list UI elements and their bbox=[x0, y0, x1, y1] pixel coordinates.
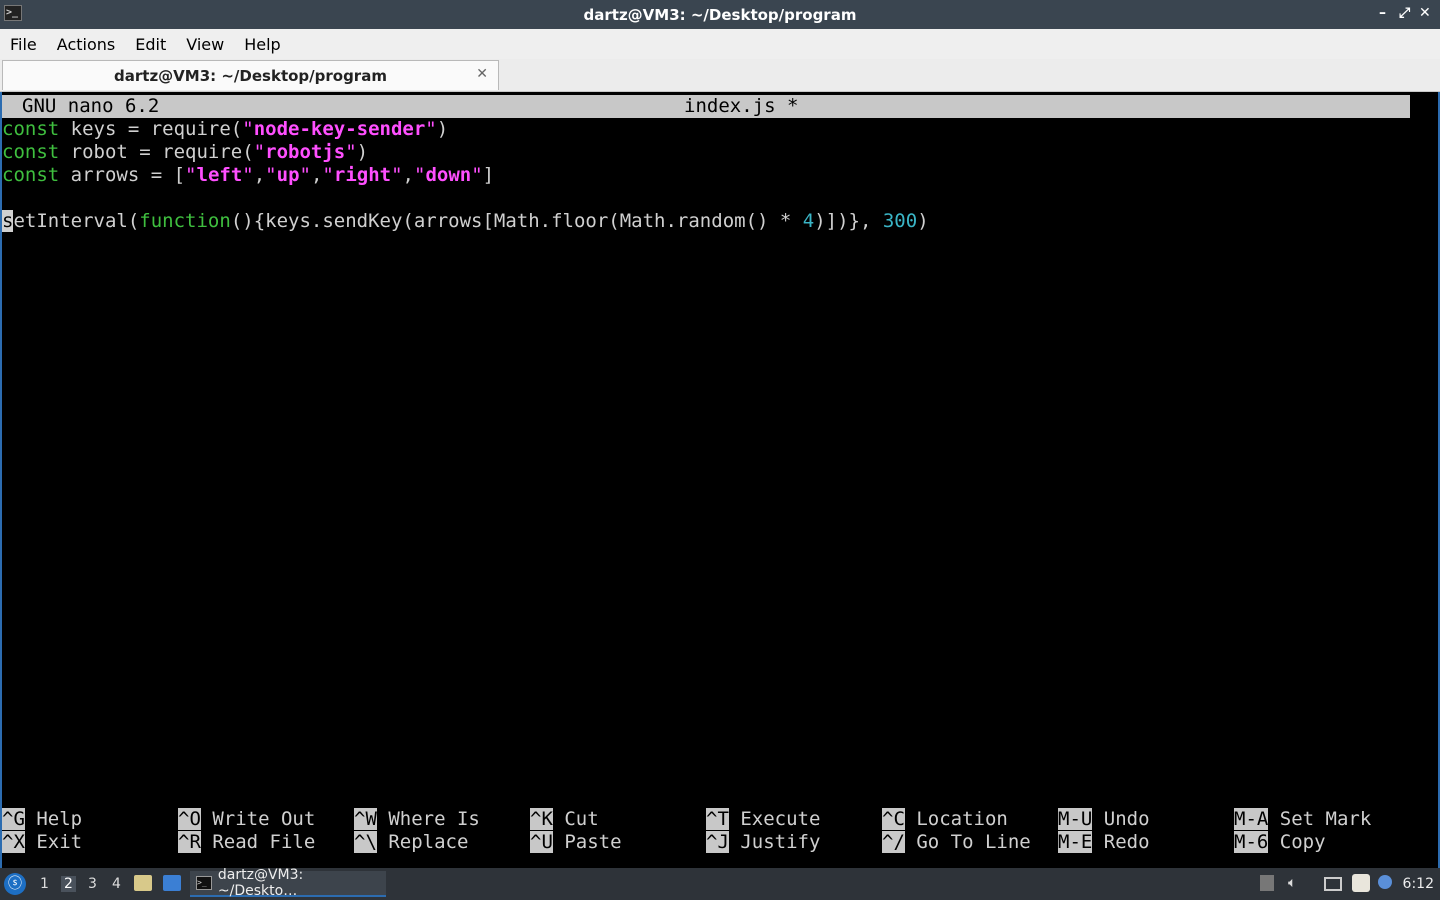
window-titlebar: >_ dartz@VM3: ~/Desktop/program – ⤢ ✕ bbox=[0, 0, 1440, 29]
nano-filename: index.js * bbox=[684, 95, 799, 117]
minimize-icon[interactable]: – bbox=[1379, 5, 1386, 21]
terminal-icon[interactable]: >_ bbox=[4, 5, 22, 21]
display-icon[interactable] bbox=[1324, 877, 1342, 891]
shortcut-location: ^C Location bbox=[882, 808, 1008, 830]
file-manager-icon[interactable] bbox=[134, 875, 152, 891]
shortcut-exit: ^X Exit bbox=[2, 831, 83, 853]
code-line-2: const robot = require("robotjs") bbox=[2, 141, 369, 163]
workspace-2[interactable]: 2 bbox=[61, 876, 76, 892]
notification-icon[interactable] bbox=[1378, 875, 1392, 889]
workspace-3[interactable]: 3 bbox=[88, 876, 97, 892]
taskbar: ⓢ 1 2 3 4 >_ dartz@VM3: ~/Deskto… 🔈︎ 6:1… bbox=[0, 867, 1440, 900]
code-line-1: const keys = require("node-key-sender") bbox=[2, 118, 449, 140]
menu-bar: File Actions Edit View Help bbox=[0, 29, 1440, 59]
shortcut-go-to-line: ^/ Go To Line bbox=[882, 831, 1031, 853]
show-desktop-icon[interactable] bbox=[163, 875, 181, 891]
task-terminal-button[interactable]: >_ dartz@VM3: ~/Deskto… bbox=[190, 867, 386, 899]
close-icon[interactable]: ✕ bbox=[1419, 5, 1431, 21]
shortcut-help: ^G Help bbox=[2, 808, 83, 830]
shortcut-read-file: ^R Read File bbox=[178, 831, 316, 853]
shortcut-execute: ^T Execute bbox=[706, 808, 821, 830]
workspace-1[interactable]: 1 bbox=[40, 876, 49, 892]
shortcut-undo: M-U Undo bbox=[1058, 808, 1150, 830]
shortcut-redo: M-E Redo bbox=[1058, 831, 1150, 853]
shortcut-paste: ^U Paste bbox=[530, 831, 622, 853]
tab-close-icon[interactable]: ✕ bbox=[476, 66, 488, 82]
clipboard-icon[interactable] bbox=[1352, 874, 1370, 892]
nano-version: GNU nano 6.2 bbox=[22, 95, 160, 117]
menu-file[interactable]: File bbox=[0, 35, 47, 54]
shortcut-replace: ^\ Replace bbox=[354, 831, 469, 853]
code-line-5: setInterval(function(){keys.sendKey(arro… bbox=[2, 210, 929, 232]
terminal-icon: >_ bbox=[196, 876, 212, 890]
menu-help[interactable]: Help bbox=[234, 35, 290, 54]
window-title: dartz@VM3: ~/Desktop/program bbox=[583, 5, 857, 24]
terminal-tab[interactable]: dartz@VM3: ~/Desktop/program ✕ bbox=[2, 60, 499, 90]
volume-icon[interactable]: 🔈︎ bbox=[1288, 875, 1296, 891]
shortcut-justify: ^J Justify bbox=[706, 831, 821, 853]
menu-view[interactable]: View bbox=[176, 35, 234, 54]
menu-edit[interactable]: Edit bbox=[125, 35, 176, 54]
shortcut-copy: M-6 Copy bbox=[1234, 831, 1326, 853]
text-cursor: s bbox=[2, 210, 14, 232]
menu-actions[interactable]: Actions bbox=[47, 35, 125, 54]
tab-label: dartz@VM3: ~/Desktop/program bbox=[114, 66, 387, 85]
eject-icon[interactable] bbox=[1260, 875, 1274, 891]
shortcut-where-is: ^W Where Is bbox=[354, 808, 480, 830]
clock[interactable]: 6:12 bbox=[1403, 876, 1434, 892]
maximize-icon[interactable]: ⤢ bbox=[1399, 5, 1410, 21]
nano-header-bar: GNU nano 6.2 index.js * bbox=[2, 95, 1410, 118]
start-menu-icon[interactable]: ⓢ bbox=[4, 873, 26, 895]
tab-strip: dartz@VM3: ~/Desktop/program ✕ bbox=[0, 59, 1440, 92]
shortcut-set-mark: M-A Set Mark bbox=[1234, 808, 1372, 830]
shortcut-write-out: ^O Write Out bbox=[178, 808, 316, 830]
shortcut-cut: ^K Cut bbox=[530, 808, 599, 830]
task-label: dartz@VM3: ~/Deskto… bbox=[217, 867, 304, 899]
workspace-4[interactable]: 4 bbox=[112, 876, 121, 892]
code-line-3: const arrows = ["left","up","right","dow… bbox=[2, 164, 495, 186]
terminal-view[interactable]: GNU nano 6.2 index.js * const keys = req… bbox=[0, 92, 1440, 868]
